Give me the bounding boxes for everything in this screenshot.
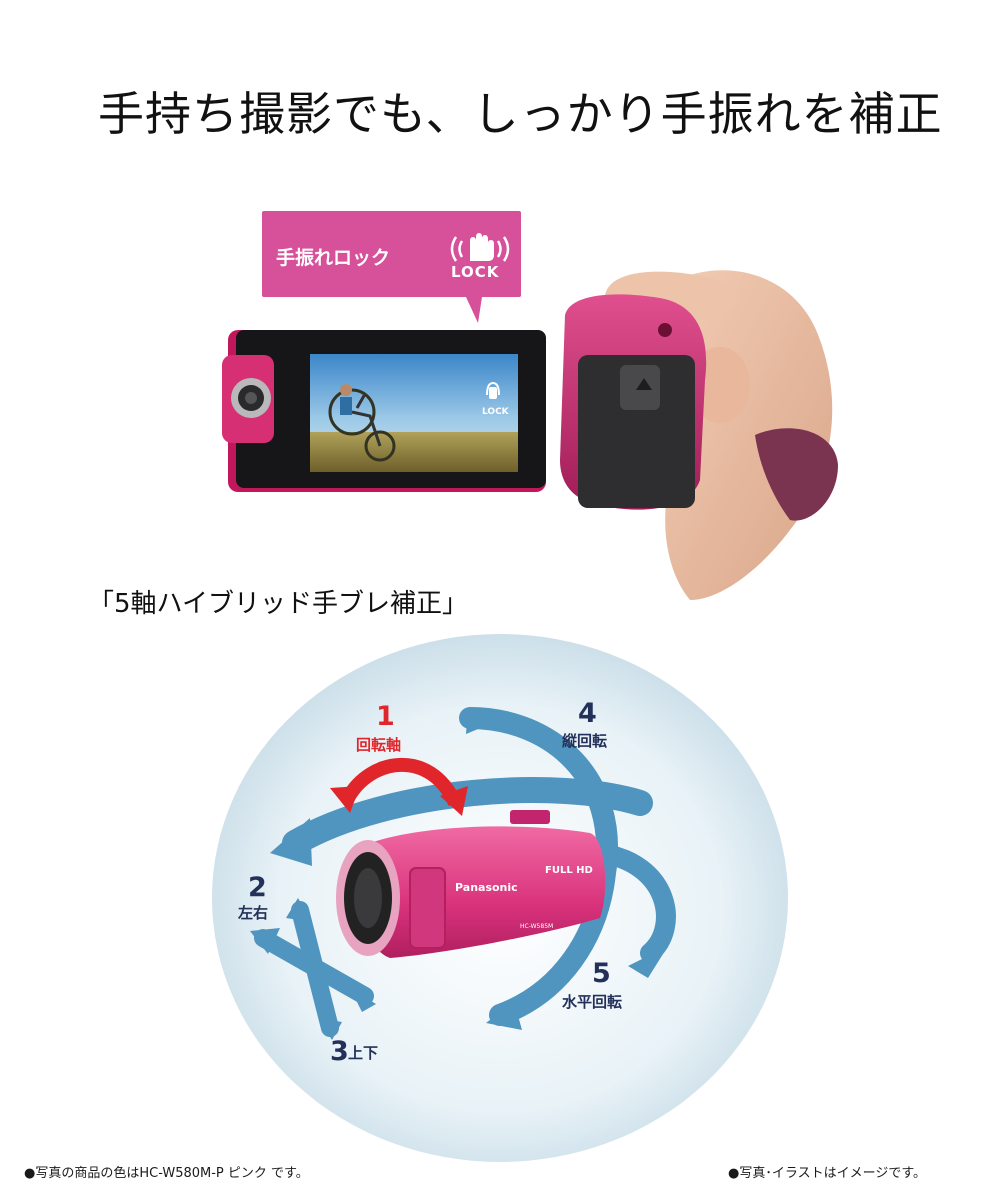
callout-text: 手振れロック (276, 247, 391, 269)
callout-lock-word: LOCK (451, 263, 500, 281)
axis-4-number: 4 (578, 698, 597, 729)
axis-1-number: 1 (376, 701, 395, 732)
axis-5-number: 5 (592, 958, 611, 989)
axis-1-label: 回転軸 (356, 736, 401, 754)
feature-heading: 「5軸ハイブリッド手ブレ補正」 (88, 589, 469, 619)
camera-hd-badge: FULL HD (545, 865, 593, 876)
axis-4-label: 縦回転 (562, 732, 607, 750)
camera-brand: Panasonic (455, 881, 518, 894)
axis-3-label: 上下 (348, 1044, 378, 1062)
axis-5-label: 水平回転 (562, 993, 622, 1011)
five-axis-diagram: Panasonic FULL HD HC-W585M 1 回転軸 2 左右 3 … (212, 634, 788, 1162)
screen-badge-text: LOCK (482, 407, 510, 417)
hand-lock-icon (450, 233, 510, 262)
axis-3-number: 3 (330, 1036, 349, 1067)
page-headline: 手持ち撮影でも、しっかり手振れを補正 (98, 87, 943, 141)
footnote-image-disclaimer: ●写真･イラストはイメージです。 (728, 1166, 927, 1181)
axis-2-number: 2 (248, 872, 267, 903)
callout-tail (466, 297, 482, 323)
stabilizer-callout: 手振れロック LOCK (262, 211, 521, 323)
axis-2-label: 左右 (237, 904, 268, 922)
camera-model: HC-W585M (520, 923, 553, 930)
footnote-color: ●写真の商品の色はHC-W580M-P ピンク です。 (24, 1166, 309, 1181)
